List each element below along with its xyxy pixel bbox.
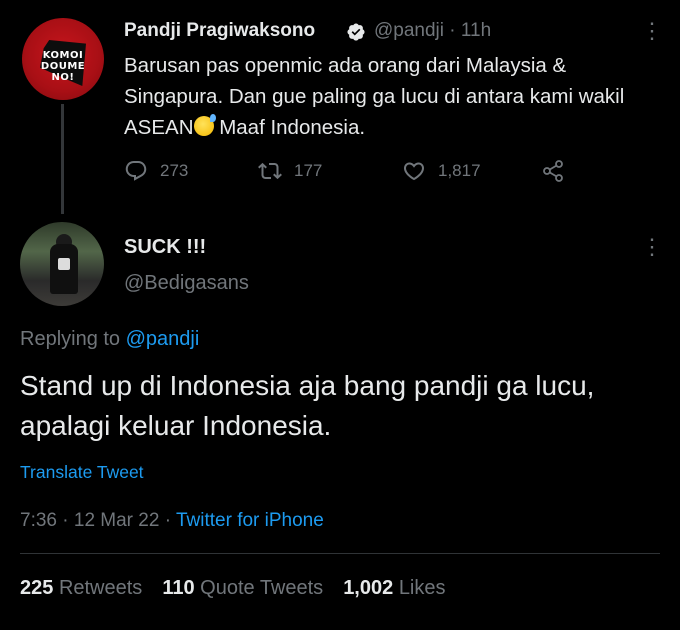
- author-display-name[interactable]: Pandji Pragiwaksono: [124, 20, 315, 42]
- avatar-pandji[interactable]: KOMOI DOUME NO!: [22, 18, 104, 100]
- replying-to-prefix: Replying to: [20, 328, 126, 350]
- avatar-figure-print: [58, 258, 70, 270]
- replying-to-handle-link[interactable]: @pandji: [126, 328, 200, 350]
- time-separator: ·: [444, 20, 461, 41]
- replying-to-line: Replying to @pandji: [20, 328, 199, 351]
- tweet-text-part: Maaf Indonesia.: [213, 116, 366, 139]
- retweets-label: Retweets: [58, 577, 143, 599]
- author-handle[interactable]: @pandji: [374, 20, 444, 41]
- reply-button[interactable]: 273: [124, 158, 188, 184]
- retweet-icon: [258, 162, 282, 180]
- tweet-source-link[interactable]: Twitter for iPhone: [176, 510, 324, 531]
- share-button[interactable]: [541, 158, 565, 184]
- likes-stat[interactable]: 1,002 Likes: [343, 577, 445, 600]
- reply-tweet-text: Stand up di Indonesia aja bang pandji ga…: [20, 370, 595, 441]
- quote-tweets-stat[interactable]: 110 Quote Tweets: [162, 577, 323, 600]
- tweet-date[interactable]: 12 Mar 22: [74, 510, 160, 531]
- avatar-text-line: NO!: [51, 72, 75, 83]
- avatar-text-line: DOUME: [40, 61, 86, 72]
- like-count: 1,817: [438, 161, 481, 180]
- retweet-count: 177: [294, 161, 323, 180]
- tweet-time[interactable]: 11h: [461, 20, 491, 41]
- reply-count: 273: [160, 161, 189, 180]
- engagement-stats: 225 Retweets 110 Quote Tweets 1,002 Like…: [20, 577, 446, 600]
- translate-tweet-link[interactable]: Translate Tweet: [20, 462, 144, 483]
- more-icon[interactable]: ⋮: [641, 20, 663, 42]
- retweets-count: 225: [20, 577, 54, 599]
- tweet-meta: 7:36 · 12 Mar 22 · Twitter for iPhone: [20, 510, 324, 532]
- reply-author-handle[interactable]: @Bedigasans: [124, 272, 249, 295]
- more-icon[interactable]: ⋮: [641, 236, 663, 258]
- quote-tweets-label: Quote Tweets: [200, 577, 324, 599]
- likes-count: 1,002: [343, 577, 394, 599]
- likes-label: Likes: [398, 577, 446, 599]
- verified-badge-icon: [347, 23, 365, 41]
- share-icon: [543, 160, 563, 182]
- retweet-button[interactable]: 177: [258, 158, 322, 184]
- tweet-time[interactable]: 7:36: [20, 510, 57, 531]
- divider: [20, 553, 660, 554]
- avatar-bedigasans[interactable]: [20, 222, 104, 306]
- quote-tweets-count: 110: [162, 577, 195, 599]
- meta-separator: ·: [159, 510, 176, 531]
- like-icon: [403, 162, 425, 181]
- tweet-text: Barusan pas openmic ada orang dari Malay…: [124, 50, 644, 143]
- retweets-stat[interactable]: 225 Retweets: [20, 577, 142, 600]
- reply-author-display-name[interactable]: SUCK !!!: [124, 236, 206, 259]
- author-handle-time[interactable]: @pandji · 11h: [374, 20, 491, 42]
- sweat-smile-emoji: [193, 114, 216, 136]
- meta-separator: ·: [56, 510, 74, 531]
- avatar-text-line: KOMOI: [42, 50, 84, 61]
- like-button[interactable]: 1,817: [402, 158, 481, 184]
- thread-connector-line: [61, 104, 64, 214]
- reply-icon: [125, 161, 147, 181]
